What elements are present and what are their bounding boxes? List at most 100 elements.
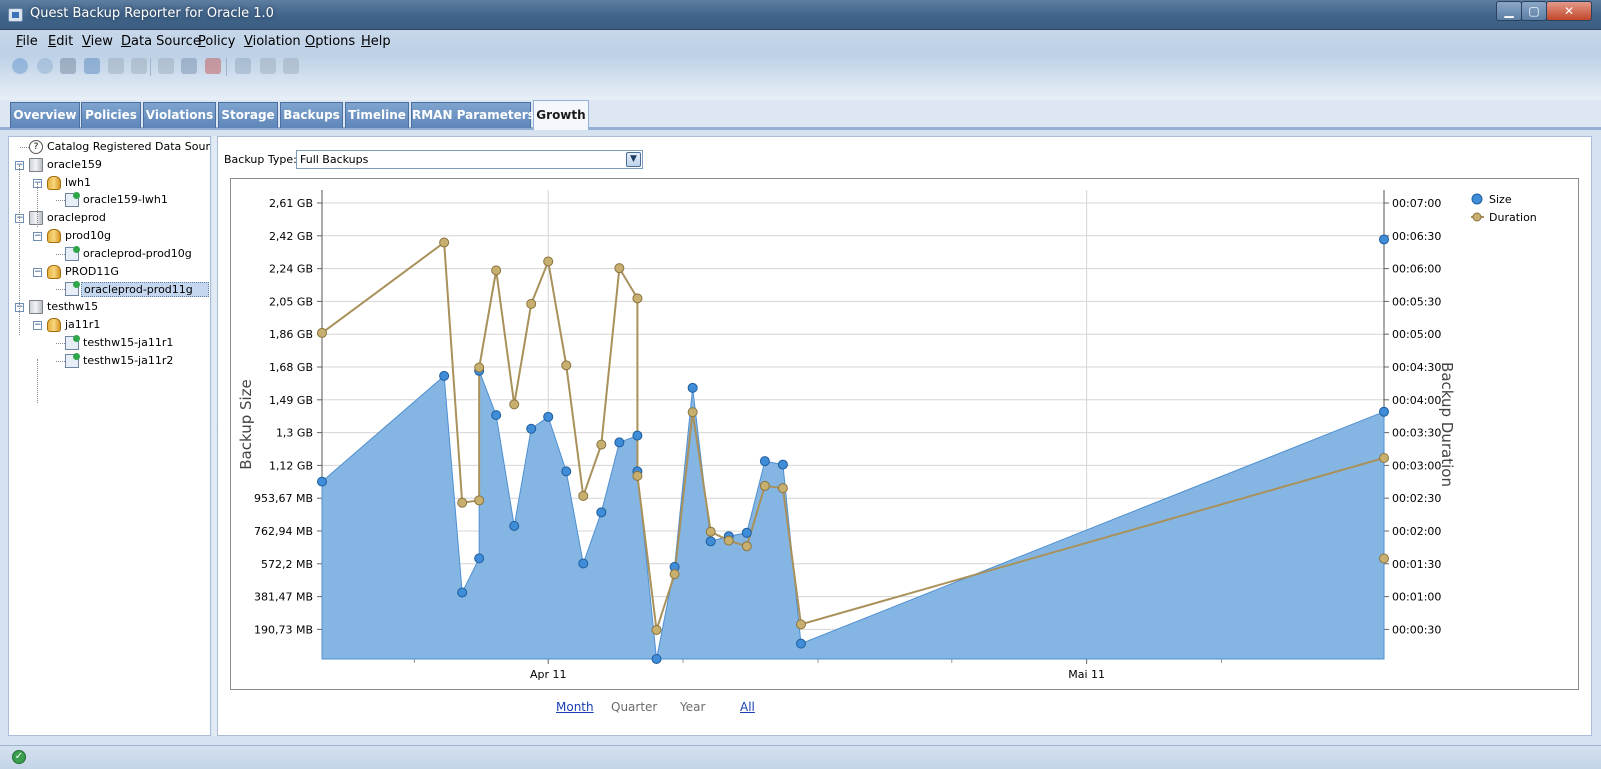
tab-backups[interactable]: Backups <box>280 102 343 128</box>
menu-help[interactable]: Help <box>361 34 391 49</box>
tree-node[interactable]: − oracle159 <box>9 157 209 174</box>
forward-icon[interactable] <box>37 58 53 74</box>
toolbar <box>0 54 1601 100</box>
instance-icon <box>65 281 80 297</box>
menu-violation[interactable]: Violation <box>244 34 301 49</box>
tree-connector <box>56 200 65 202</box>
growth-panel: Backup Type: Full Backups ▼ 2,61 GB 00:07… <box>217 136 1592 736</box>
y-tick-label: 1,68 GB <box>269 361 313 374</box>
tree-node[interactable]: − PROD11G <box>9 264 209 281</box>
up-icon[interactable] <box>260 58 276 74</box>
edit-source-icon[interactable] <box>181 58 197 74</box>
tree-node-label: oracle159-lwh1 <box>83 193 168 207</box>
duration-point <box>759 480 770 491</box>
size-point <box>1379 406 1389 417</box>
info-icon: ? <box>29 140 43 154</box>
backup-type-select[interactable]: Full Backups ▼ <box>296 150 643 169</box>
duration-point <box>1379 553 1389 564</box>
tree-node[interactable]: − ja11r1 <box>9 317 209 334</box>
tree-connector <box>56 342 65 344</box>
size-point <box>543 411 554 422</box>
add-source-icon[interactable] <box>158 58 174 74</box>
delete-source-icon[interactable] <box>205 58 221 74</box>
tab-storage[interactable]: Storage <box>218 102 278 128</box>
close-button[interactable]: ✕ <box>1546 1 1592 21</box>
menu-view[interactable]: View <box>82 34 113 49</box>
duration-point <box>614 263 625 274</box>
tree-node[interactable]: oracleprod-prod10g <box>9 245 209 263</box>
y2-axis-title: Backup Duration <box>1438 362 1456 487</box>
instance-icon <box>65 245 80 261</box>
y-tick-label: 2,05 GB <box>269 295 313 308</box>
size-area <box>321 370 1385 660</box>
data-source-tree[interactable]: ? Catalog Registered Data Sourc... − oracle… <box>8 136 211 736</box>
tree-node[interactable]: − lwh1 <box>9 175 209 192</box>
print-icon[interactable] <box>108 58 124 74</box>
tree-node[interactable]: oracle159-lwh1 <box>9 192 209 209</box>
database-icon <box>47 175 61 190</box>
period-link-all[interactable]: All <box>740 700 755 714</box>
down-icon[interactable] <box>283 58 299 74</box>
tree-collapse-icon[interactable]: − <box>33 232 42 241</box>
size-point <box>1379 234 1389 245</box>
tree-node[interactable]: − oracleprod <box>9 210 209 227</box>
menu-data-source[interactable]: Data Source <box>121 34 201 49</box>
size-point <box>509 520 520 531</box>
move-icon[interactable] <box>235 58 251 74</box>
menu-options[interactable]: Options <box>305 34 355 49</box>
tree-node[interactable]: testhw15-ja11r2 <box>9 352 209 370</box>
status-ok-icon: ✓ <box>12 750 26 764</box>
title-bar: Quest Backup Reporter for Oracle 1.0 ▁ ▢… <box>0 0 1601 30</box>
period-link-quarter[interactable]: Quarter <box>611 700 657 714</box>
tree-node[interactable]: − prod10g <box>9 228 209 245</box>
menu-edit[interactable]: Edit <box>48 34 73 49</box>
tree-node[interactable]: − testhw15 <box>9 299 209 316</box>
tree-node-label: lwh1 <box>65 175 92 189</box>
y-tick-label: 1,86 GB <box>269 328 313 341</box>
y2-tick-label: 00:04:00 <box>1392 394 1441 407</box>
y2-tick-label: 00:00:30 <box>1392 623 1441 636</box>
server-icon <box>29 211 43 226</box>
maximize-button[interactable]: ▢ <box>1521 1 1547 21</box>
tab-strip: Overview Policies Violations Storage Backups… <box>0 100 1601 130</box>
tree-node[interactable]: ? Catalog Registered Data Sourc... <box>9 139 210 156</box>
size-point <box>632 430 643 441</box>
tree-connector <box>37 359 38 403</box>
period-link-month[interactable]: Month <box>556 700 594 714</box>
period-link-year[interactable]: Year <box>680 700 705 714</box>
export-icon[interactable] <box>131 58 147 74</box>
tree-collapse-icon[interactable]: − <box>33 267 42 277</box>
database-icon <box>47 318 61 332</box>
size-point <box>741 527 752 538</box>
y-tick-label: 2,61 GB <box>269 197 313 210</box>
tree-connector <box>56 289 65 291</box>
duration-point <box>777 483 788 494</box>
tab-overview[interactable]: Overview <box>10 102 80 128</box>
tab-rman-parameters[interactable]: RMAN Parameters <box>411 102 535 128</box>
menu-file[interactable]: File <box>16 34 38 49</box>
tree-node[interactable]: testhw15-ja11r1 <box>9 334 209 352</box>
growth-chart-svg: 2,61 GB 00:07:00 2,42 GB 00:06:30 2,24 GB 00:… <box>237 190 1537 681</box>
tab-policies[interactable]: Policies <box>81 102 141 128</box>
duration-point <box>474 495 485 506</box>
y-tick-label: 381,47 MB <box>254 591 313 604</box>
y2-tick-label: 00:05:00 <box>1392 328 1441 341</box>
tab-timeline[interactable]: Timeline <box>345 102 409 128</box>
database-icon <box>47 229 61 243</box>
size-point <box>687 382 698 393</box>
back-icon[interactable] <box>12 58 28 74</box>
instance-icon <box>65 334 80 350</box>
home-icon[interactable] <box>60 58 76 74</box>
tab-violations[interactable]: Violations <box>143 102 216 128</box>
refresh-icon[interactable] <box>84 58 100 74</box>
legend-size-label: Size <box>1489 193 1512 206</box>
y2-tick-label: 00:01:00 <box>1392 591 1441 604</box>
y2-tick-label: 00:01:30 <box>1392 558 1441 571</box>
menu-policy[interactable]: Policy <box>198 34 235 49</box>
tab-growth[interactable]: Growth <box>533 100 589 130</box>
minimize-button[interactable]: ▁ <box>1496 1 1522 21</box>
tree-node[interactable]: oracleprod-prod11g <box>9 281 209 298</box>
growth-chart: 2,61 GB 00:07:00 2,42 GB 00:06:30 2,24 GB 00:… <box>230 178 1579 690</box>
tree-collapse-icon[interactable]: − <box>33 321 42 330</box>
chevron-down-icon[interactable]: ▼ <box>626 152 641 167</box>
